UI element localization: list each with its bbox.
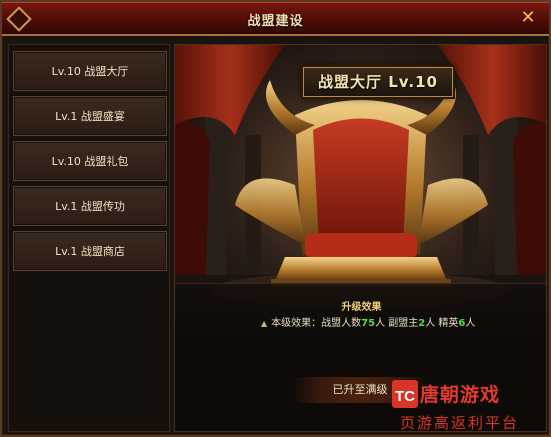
member-unit: 人 副盟主 xyxy=(375,318,419,329)
upgrade-effect-panel: 升级效果 ▲ 本级效果：战盟人数75人 副盟主2人 精英6人 xyxy=(175,283,546,341)
watermark-slogan: 页游高返利平台 xyxy=(400,414,520,432)
guild-construction-window: 战盟建设 ✕ Lv.10 战盟大厅 Lv.1 战盟盛宴 Lv.10 战盟礼包 L… xyxy=(0,0,551,437)
triangle-icon: ▲ xyxy=(261,319,268,328)
title-bar: 战盟建设 ✕ xyxy=(2,2,549,36)
tc-logo-text: TC xyxy=(395,388,415,405)
building-level-banner: 战盟大厅 Lv.10 xyxy=(303,67,453,97)
watermark-brand: 唐朝游戏 xyxy=(420,384,501,406)
vice-leader-unit: 人 精英 xyxy=(425,318,459,329)
sidebar-item-guild-feast[interactable]: Lv.1 战盟盛宴 xyxy=(13,96,167,136)
building-detail-panel: 战盟大厅 Lv.10 升级效果 ▲ 本级效果：战盟人数75人 副盟主2人 精英6人… xyxy=(174,44,547,432)
close-icon[interactable]: ✕ xyxy=(517,7,539,29)
sidebar-item-guild-shop[interactable]: Lv.1 战盟商店 xyxy=(13,231,167,271)
window-title: 战盟建设 xyxy=(247,14,304,29)
building-sidebar: Lv.10 战盟大厅 Lv.1 战盟盛宴 Lv.10 战盟礼包 Lv.1 战盟传… xyxy=(8,44,170,432)
sidebar-item-guild-hall[interactable]: Lv.10 战盟大厅 xyxy=(13,51,167,91)
elite-unit: 人 xyxy=(465,318,476,329)
upgrade-effect-title: 升级效果 xyxy=(341,302,382,313)
site-watermark: TC 唐朝游戏 页游高返利平台 xyxy=(390,378,550,436)
current-level-effect: ▲ 本级效果：战盟人数75人 副盟主2人 精英6人 xyxy=(261,314,475,329)
tc-logo-icon: TC xyxy=(392,380,418,408)
effect-prefix: 本级效果：战盟人数 xyxy=(271,318,362,329)
member-count: 75 xyxy=(361,318,376,329)
sidebar-item-guild-gift[interactable]: Lv.10 战盟礼包 xyxy=(13,141,167,181)
sidebar-item-guild-training[interactable]: Lv.1 战盟传功 xyxy=(13,186,167,226)
